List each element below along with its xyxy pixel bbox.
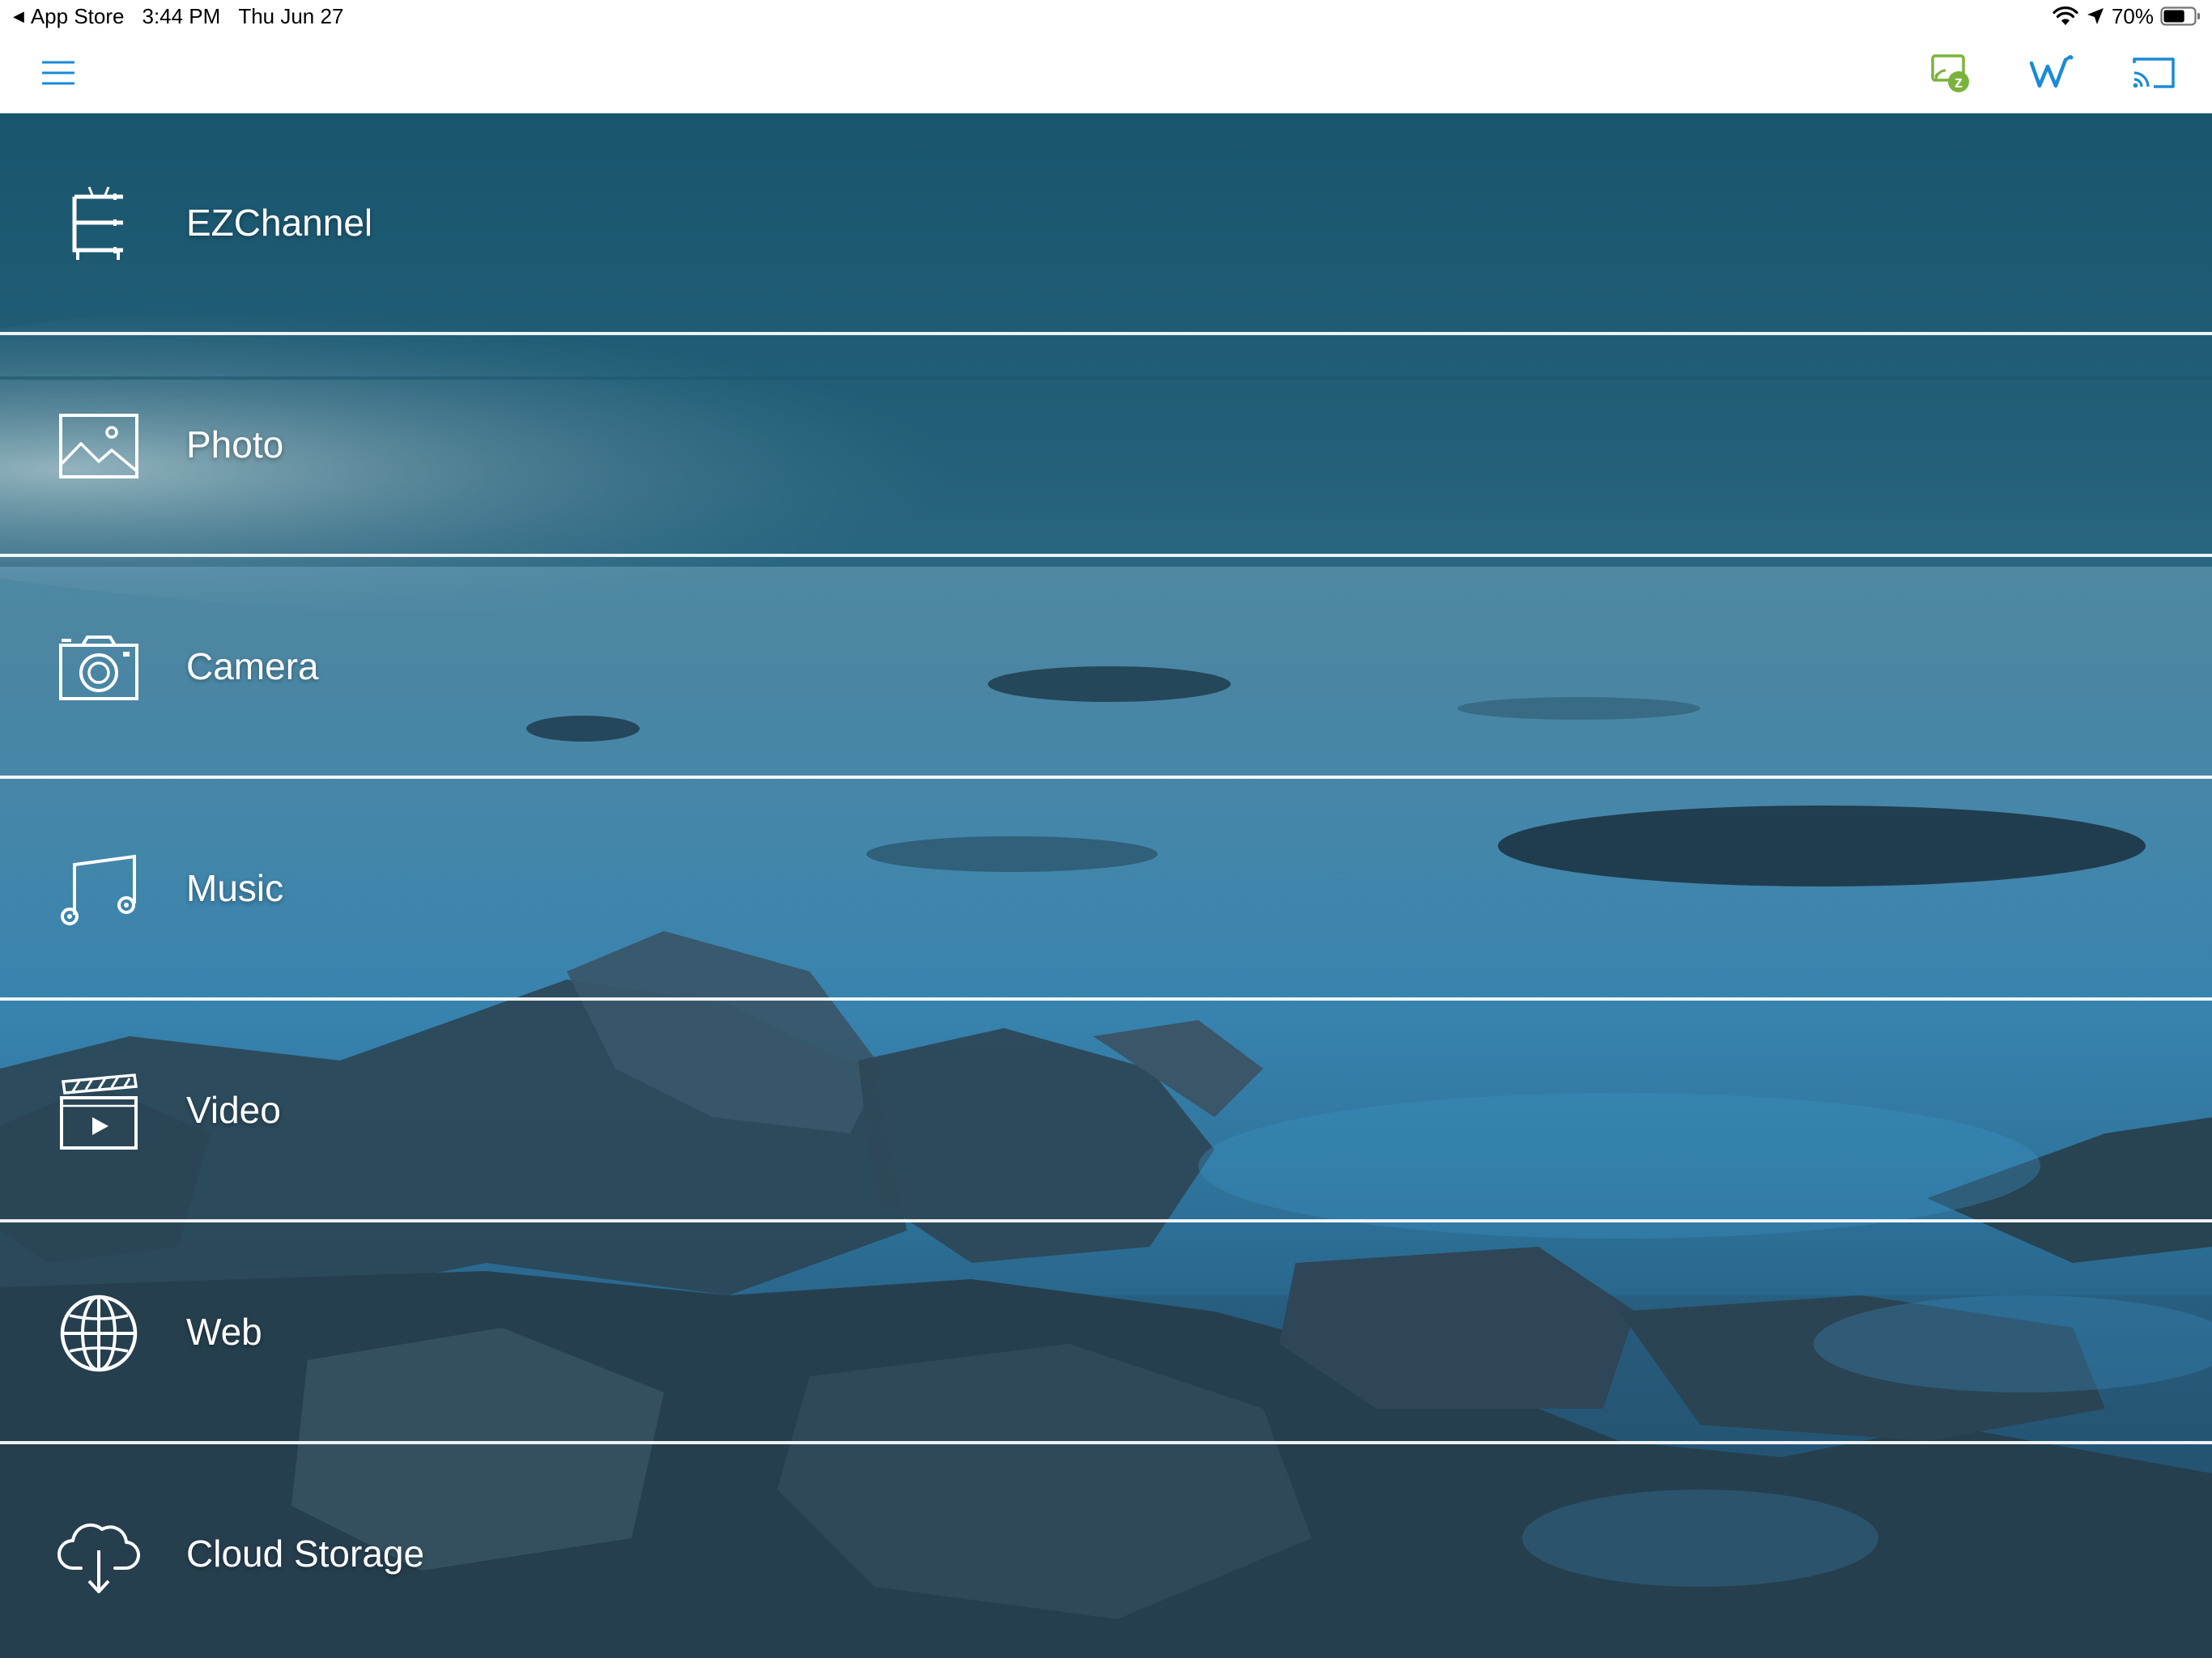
svg-text:z: z [1955,74,1963,91]
wifi-direct-w-icon [2028,54,2077,95]
ezchannel-tv-icon [57,182,141,266]
camera-icon [57,626,141,710]
back-to-app-icon[interactable]: ◀ [13,0,24,32]
main-menu-area: EZChannel Photo Camera Music Video Web C… [0,113,2212,1658]
menu-item-label: Photo [186,423,284,466]
globe-icon [57,1291,141,1375]
video-clapper-icon [57,1069,141,1154]
ezcast-button[interactable]: z [1927,50,1976,99]
screen-cast-icon [2131,55,2176,95]
menu-item-ezchannel[interactable]: EZChannel [0,113,2212,335]
wifi-icon [2052,6,2079,27]
menu-item-camera[interactable]: Camera [0,557,2212,779]
location-arrow-icon [2086,6,2105,26]
menu-item-cloud-storage[interactable]: Cloud Storage [0,1444,2212,1658]
screen-cast-button[interactable] [2129,50,2178,99]
status-bar: ◀ App Store 3:44 PM Thu Jun 27 70% [0,0,2212,32]
status-date: Thu Jun 27 [238,4,344,28]
menu-item-label: Web [186,1311,262,1353]
menu-item-label: EZChannel [186,202,373,244]
menu-item-label: Video [186,1089,281,1131]
menu-item-web[interactable]: Web [0,1222,2212,1444]
status-time: 3:44 PM [142,4,221,28]
nav-bar: z [0,32,2212,113]
hamburger-menu-icon [40,59,76,91]
photo-icon [57,404,141,488]
status-bar-right: 70% [2052,0,2201,32]
feature-menu-list: EZChannel Photo Camera Music Video Web C… [0,113,2212,1658]
back-app-label[interactable]: App Store [31,0,125,32]
menu-item-label: Cloud Storage [186,1533,425,1575]
status-bar-left: ◀ App Store 3:44 PM Thu Jun 27 [13,0,343,32]
menu-item-photo[interactable]: Photo [0,335,2212,557]
menu-item-music[interactable]: Music [0,779,2212,1001]
menu-item-video[interactable]: Video [0,1001,2212,1222]
wifi-direct-button[interactable] [2028,50,2077,99]
battery-icon [2160,6,2201,26]
cloud-download-icon [57,1513,141,1597]
menu-item-label: Camera [186,645,319,687]
ezcast-screen-icon: z [1929,51,1973,99]
hamburger-menu-button[interactable] [34,50,83,99]
menu-item-label: Music [186,867,284,909]
battery-percent: 70% [2111,4,2154,28]
music-note-icon [57,848,141,932]
